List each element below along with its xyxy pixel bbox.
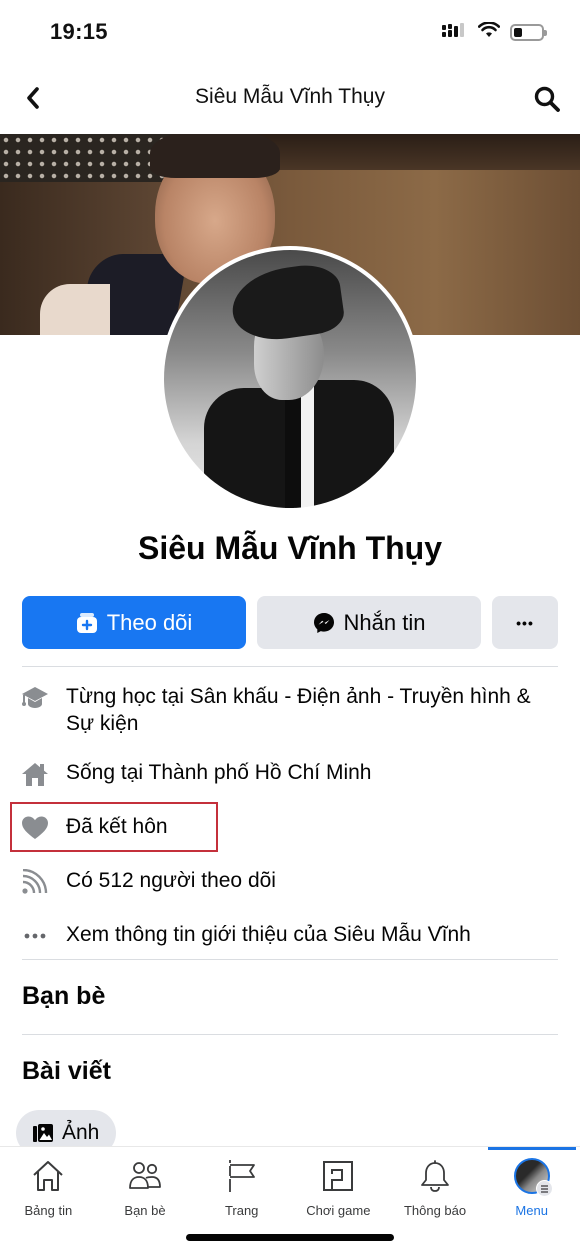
battery-icon	[510, 24, 547, 41]
tab-pages[interactable]: Trang	[193, 1159, 290, 1227]
avatar-tie	[285, 385, 301, 508]
flag-icon	[224, 1159, 260, 1193]
active-tab-indicator	[488, 1147, 576, 1150]
tab-news-feed[interactable]: Bảng tin	[0, 1159, 97, 1227]
ellipsis-icon: •••	[516, 614, 534, 631]
search-button[interactable]	[530, 82, 564, 116]
menu-avatar-icon	[513, 1158, 553, 1197]
friends-section-title[interactable]: Bạn bè	[22, 982, 105, 1011]
cover-person-shirt	[40, 284, 110, 335]
info-item-see-about[interactable]: Xem thông tin giới thiệu của Siêu Mẫu Vĩ…	[20, 921, 560, 951]
nav-bar: Siêu Mẫu Vĩnh Thụy	[0, 70, 580, 130]
heart-icon	[20, 813, 50, 843]
status-time: 19:15	[50, 19, 108, 44]
battery-level	[514, 28, 522, 37]
home-icon	[20, 759, 50, 789]
more-options-button[interactable]: •••	[492, 596, 558, 649]
divider	[22, 666, 558, 667]
bell-icon	[417, 1159, 453, 1193]
gaming-icon	[320, 1159, 356, 1193]
info-item-followers[interactable]: Có 512 người theo dõi	[20, 867, 560, 897]
follow-icon	[76, 612, 97, 633]
tab-label: Thông báo	[403, 1203, 467, 1218]
divider	[22, 959, 558, 960]
photos-icon	[33, 1124, 53, 1142]
photos-chip-label: Ảnh	[62, 1121, 100, 1144]
posts-section-title: Bài viết	[22, 1057, 111, 1085]
tab-gaming[interactable]: Chơi game	[290, 1159, 387, 1227]
avatar-hair	[227, 260, 347, 346]
ellipsis-icon	[20, 921, 50, 951]
message-label: Nhắn tin	[343, 609, 426, 635]
follow-label: Theo dõi	[106, 609, 193, 635]
home-outline-icon	[30, 1159, 66, 1193]
tab-menu[interactable]: Menu	[483, 1158, 580, 1227]
info-item-relationship[interactable]: Đã kết hôn	[20, 813, 560, 843]
status-bar: 19:15	[0, 0, 580, 66]
info-text: Xem thông tin giới thiệu của Siêu Mẫu Vĩ…	[66, 923, 471, 946]
tab-label: Trang	[224, 1203, 259, 1218]
profile-name: Siêu Mẫu Vĩnh Thụy	[137, 530, 442, 566]
tab-notifications[interactable]: Thông báo	[387, 1159, 484, 1227]
rss-icon	[20, 867, 50, 897]
tab-label: Bảng tin	[24, 1203, 73, 1218]
search-icon	[534, 86, 560, 112]
cover-person-hair	[150, 134, 280, 178]
tab-label: Menu	[515, 1203, 548, 1218]
home-indicator[interactable]	[186, 1234, 394, 1241]
info-text: Đã kết hôn	[66, 815, 168, 838]
avatar-suit-left	[204, 388, 294, 508]
info-text: Có 512 người theo dõi	[66, 869, 276, 892]
profile-picture[interactable]	[160, 246, 420, 512]
status-icons	[442, 21, 547, 43]
message-button[interactable]: Nhắn tin	[257, 596, 481, 649]
friends-icon	[127, 1159, 163, 1193]
avatar-suit-right	[314, 380, 394, 508]
cellular-signal-icon	[442, 22, 468, 43]
menu-avatar	[513, 1158, 553, 1197]
info-item-education[interactable]: Từng học tại Sân khấu - Điện ảnh - Truyề…	[20, 683, 560, 737]
tab-label: Chơi game	[306, 1203, 371, 1218]
info-item-location[interactable]: Sống tại Thành phố Hồ Chí Minh	[20, 759, 560, 789]
info-text: Sống tại Thành phố Hồ Chí Minh	[66, 761, 372, 784]
messenger-icon	[313, 612, 334, 633]
divider	[22, 1034, 558, 1035]
tab-label: Bạn bè	[124, 1203, 166, 1218]
wifi-icon	[477, 21, 501, 43]
profile-actions: Theo dõi Nhắn tin •••	[22, 596, 558, 649]
hamburger-icon	[535, 1180, 553, 1197]
tab-friends[interactable]: Bạn bè	[97, 1159, 194, 1227]
avatar	[164, 250, 416, 508]
graduation-cap-icon	[20, 683, 50, 713]
follow-button[interactable]: Theo dõi	[22, 596, 246, 649]
info-text: Từng học tại Sân khấu - Điện ảnh - Truyề…	[66, 685, 531, 735]
page-title: Siêu Mẫu Vĩnh Thụy	[195, 85, 385, 108]
